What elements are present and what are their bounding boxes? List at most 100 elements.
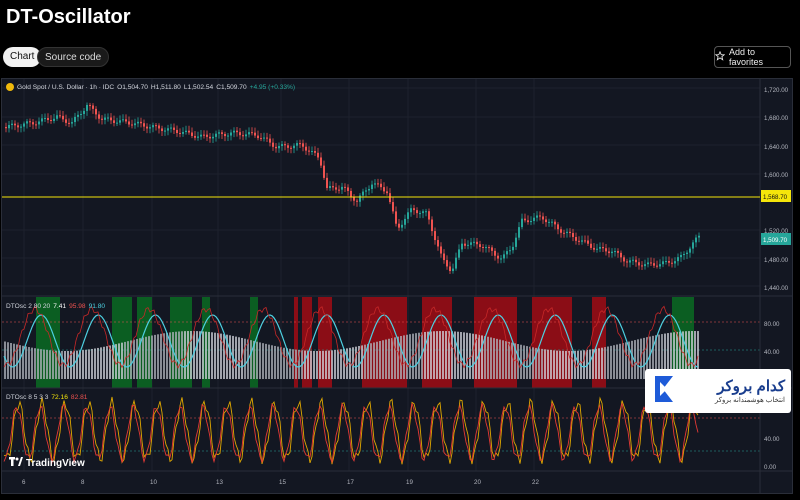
osc1-histogram-bar <box>544 349 546 379</box>
osc1-histogram-bar <box>373 342 375 379</box>
candle-body <box>356 200 358 202</box>
osc1-histogram-bar <box>490 337 492 379</box>
candle-body <box>638 262 640 266</box>
candle-body <box>164 130 166 132</box>
osc1-value-2: 95.98 <box>69 303 86 310</box>
osc1-histogram-bar <box>502 340 504 379</box>
candle-body <box>413 208 415 211</box>
osc2-value-2: 82.81 <box>70 394 88 401</box>
candle-body <box>308 150 310 152</box>
candle-body <box>458 249 460 258</box>
candle-body <box>665 261 667 263</box>
candle-body <box>404 218 406 225</box>
candle-body <box>503 254 505 259</box>
osc1-name: DTOsc 2 80 20 <box>6 303 51 310</box>
candle-body <box>155 125 157 127</box>
candle-body <box>347 187 349 191</box>
candle-body <box>125 119 127 122</box>
osc1-histogram-bar <box>331 350 333 379</box>
candle-body <box>680 254 682 258</box>
osc1-histogram-bar <box>271 345 273 379</box>
candle-body <box>656 265 658 267</box>
osc1-value-3: 91.80 <box>88 303 106 310</box>
osc1-histogram-bar <box>127 341 129 379</box>
candle-body <box>386 191 388 194</box>
candle-body <box>296 143 298 146</box>
candle-body <box>8 124 10 129</box>
candle-body <box>320 157 322 166</box>
osc1-histogram-bar <box>451 331 453 379</box>
osc1-histogram-bar <box>379 340 381 379</box>
level-badge-text: 1,568.70 <box>763 194 788 201</box>
tab-source-code[interactable]: Source code <box>37 47 110 67</box>
candle-body <box>374 183 376 185</box>
osc1-histogram-bar <box>553 350 555 379</box>
candle-body <box>512 246 514 251</box>
candle-body <box>545 219 547 223</box>
osc1-histogram-bar <box>202 331 204 379</box>
candle-body <box>50 119 52 121</box>
osc1-histogram-bar <box>211 332 213 379</box>
close-value: C1,509.70 <box>216 83 247 91</box>
candle-body <box>122 119 124 121</box>
candle-body <box>338 189 340 191</box>
osc1-histogram-bar <box>259 342 261 379</box>
tab-chart[interactable]: Chart <box>3 47 42 67</box>
candle-body <box>653 263 655 266</box>
osc1-histogram-bar <box>37 348 39 379</box>
osc1-histogram-bar <box>148 336 150 379</box>
osc1-histogram-bar <box>76 350 78 379</box>
candle-body <box>236 130 238 133</box>
candle-body <box>221 132 223 134</box>
osc1-histogram-bar <box>505 341 507 379</box>
candle-body <box>5 127 7 129</box>
osc1-histogram-bar <box>208 331 210 379</box>
osc1-histogram-bar <box>85 349 87 379</box>
osc1-histogram-bar <box>334 350 336 379</box>
candle-body <box>77 114 79 117</box>
osc1-histogram-bar <box>166 332 168 379</box>
candle-body <box>239 132 241 136</box>
osc1-histogram-bar <box>274 345 276 379</box>
osc1-histogram-bar <box>121 342 123 379</box>
candle-body <box>275 146 277 149</box>
candle-body <box>476 241 478 245</box>
candle-body <box>173 127 175 130</box>
osc1-histogram-bar <box>589 349 591 379</box>
tradingview-icon <box>9 457 23 469</box>
candle-body <box>299 143 301 145</box>
favorites-label: Add to favorites <box>729 47 764 67</box>
candle-body <box>599 247 601 249</box>
osc1-histogram-bar <box>526 346 528 379</box>
osc1-histogram-bar <box>214 332 216 379</box>
candle-body <box>92 105 94 109</box>
candle-body <box>572 233 574 237</box>
osc1-histogram-bar <box>463 332 465 379</box>
candle-body <box>110 117 112 121</box>
osc1-histogram-bar <box>439 331 441 379</box>
star-icon <box>714 50 726 63</box>
osc1-histogram-bar <box>52 350 54 379</box>
add-to-favorites-button[interactable]: Add to favorites <box>714 46 791 68</box>
candle-body <box>632 259 634 261</box>
candle-body <box>206 134 208 137</box>
osc1-histogram-bar <box>268 344 270 379</box>
chart-area[interactable]: 1,568.70 1,509.70 1,720.00 1,680.00 1,64… <box>1 78 793 494</box>
candle-body <box>539 215 541 217</box>
osc1-histogram-bar <box>550 350 552 379</box>
price-and-oscillator-chart[interactable]: 1,568.70 1,509.70 1,720.00 1,680.00 1,64… <box>2 79 792 493</box>
candle-body <box>86 104 88 111</box>
osc1-histogram-bar <box>142 337 144 379</box>
candle-body <box>671 262 673 264</box>
time-tick: 19 <box>406 479 413 486</box>
osc1-histogram-bar <box>34 348 36 379</box>
candle-body <box>188 130 190 133</box>
candle-body <box>482 246 484 248</box>
candle-body <box>44 118 46 120</box>
candle-body <box>26 121 28 124</box>
candle-body <box>131 124 133 126</box>
open-value: O1,504.70 <box>117 83 148 91</box>
osc1-histogram-bar <box>172 332 174 379</box>
candle-body <box>683 254 685 256</box>
candle-body <box>182 132 184 134</box>
